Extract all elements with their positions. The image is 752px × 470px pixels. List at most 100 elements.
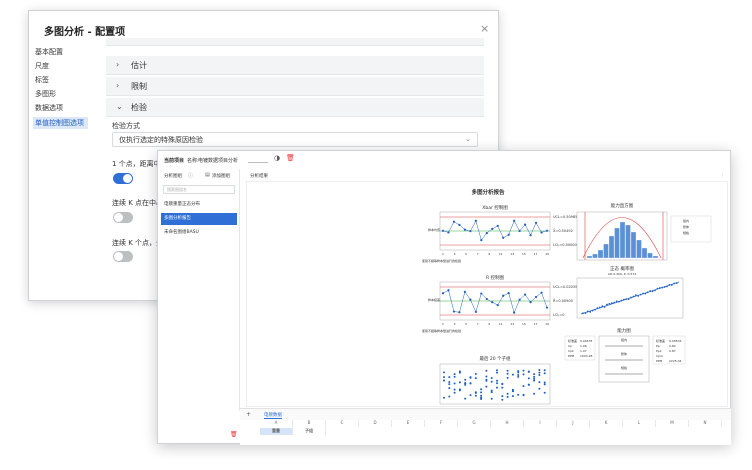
last20-point xyxy=(464,397,467,400)
prob-point xyxy=(594,308,596,311)
prob-point xyxy=(639,293,642,296)
sheet-grid[interactable]: A B C D E F G H I J K L M N 重量 子组 xyxy=(240,420,731,445)
section-limits[interactable]: › 限制 xyxy=(106,77,484,96)
tab-analysis-groups[interactable]: 分析图组 xyxy=(164,173,182,179)
section-estimate[interactable]: › 估计 xyxy=(106,56,484,75)
r-chart-title: R 控制图 xyxy=(486,274,505,281)
more-icon[interactable]: ⋮ xyxy=(720,173,725,179)
column-header[interactable]: M xyxy=(656,420,689,427)
section-label: 限制 xyxy=(131,82,147,91)
last20-point xyxy=(453,375,456,378)
prob-point xyxy=(656,287,659,290)
nav-item-data-options[interactable]: 数据选项 xyxy=(35,102,63,114)
last20-point xyxy=(480,394,483,397)
prob-title: 正态 概率图 xyxy=(610,265,634,272)
nav-item-basic[interactable]: 基本配置 xyxy=(35,46,63,58)
column-header[interactable]: G xyxy=(458,420,491,427)
stats-left-label: Cpk xyxy=(568,349,574,353)
stats-left-value: 1903.28 xyxy=(580,354,592,358)
delete-icon[interactable]: 🗑 xyxy=(286,154,295,162)
xbar-chart-tick: 13 xyxy=(510,252,514,256)
last20-point xyxy=(474,391,477,394)
last20-point xyxy=(448,387,451,390)
preview-icon[interactable]: ◑ xyxy=(274,154,280,162)
cap-hist-legend-item: 整体 xyxy=(683,224,689,229)
chevron-right-icon: › xyxy=(116,81,120,90)
check-method-select[interactable]: 仅执行选定的特殊原因检验 ⌄ xyxy=(112,132,478,147)
section-label: 检验 xyxy=(131,103,147,112)
project-label: 当前项目 xyxy=(164,158,185,164)
list-item-active[interactable]: 多图分析报告 xyxy=(161,213,237,225)
last20-point xyxy=(485,379,488,382)
prob-point xyxy=(586,310,589,313)
last20-point xyxy=(474,377,477,380)
last20-point xyxy=(538,369,541,372)
tab-add-group[interactable]: 添加图组 xyxy=(212,173,230,179)
prob-point xyxy=(618,300,620,303)
column-header[interactable]: K xyxy=(590,420,623,427)
last20-point xyxy=(543,391,546,394)
column-header[interactable]: L xyxy=(623,420,656,427)
last20-point xyxy=(517,374,520,377)
column-header[interactable]: J xyxy=(557,420,590,427)
last20-point xyxy=(490,380,493,383)
nav-item-labels[interactable]: 标签 xyxy=(35,74,49,86)
last20-point xyxy=(474,372,477,375)
last20-point xyxy=(496,379,498,382)
last20-point xyxy=(527,383,530,386)
nav-item-scale[interactable]: 尺度 xyxy=(35,60,49,72)
r-chart-ylabel: 样本极差 xyxy=(428,297,440,302)
search-input[interactable]: 搜索图组名 xyxy=(163,185,235,194)
canvas-tab[interactable]: 分析结果 xyxy=(250,173,268,179)
column-header[interactable]: E xyxy=(392,420,425,427)
r-chart-note: 使用不相等样本量进行的检验 xyxy=(422,328,461,333)
cell[interactable]: 重量 xyxy=(260,428,293,435)
prob-point xyxy=(630,296,632,299)
add-sheet-icon[interactable]: + xyxy=(246,411,251,418)
column-header[interactable]: N xyxy=(689,420,722,427)
last20-point xyxy=(506,369,509,372)
last20-point xyxy=(443,371,445,374)
stats-left-value: 1.07 xyxy=(580,349,587,353)
stats-left-label: Cp xyxy=(568,344,572,348)
last20-point xyxy=(522,385,525,388)
list-item[interactable]: 未命名图组BASU xyxy=(161,227,237,239)
last20-point xyxy=(496,386,498,389)
report-canvas: 多图分析报告 Xbar 控制图 UCL=0.50985 X̄=0.50492 LCL=0… xyxy=(246,181,728,420)
column-header[interactable]: C xyxy=(326,420,359,427)
last20-point xyxy=(501,398,504,401)
last20-point xyxy=(506,395,509,398)
last20-point xyxy=(506,392,509,395)
rule-2-toggle[interactable] xyxy=(113,212,133,223)
prob-point xyxy=(601,305,604,308)
nav-item-individual-chart-options[interactable]: 单值控制图选项 xyxy=(33,117,88,129)
last20-point xyxy=(501,386,504,389)
cap-hist-legend-item: 组内 xyxy=(683,218,689,223)
rule-1-toggle[interactable] xyxy=(113,173,133,184)
last20-point xyxy=(517,375,520,378)
last20-point xyxy=(453,391,456,394)
column-header[interactable]: B xyxy=(293,420,326,427)
report-charts: 多图分析报告 Xbar 控制图 UCL=0.50985 X̄=0.50492 LCL=0… xyxy=(422,188,712,420)
nav-item-multi-graph[interactable]: 多图形 xyxy=(35,88,56,100)
sheet-tab[interactable]: 电镀数据 xyxy=(264,412,282,419)
prob-point xyxy=(634,294,637,297)
column-header[interactable]: I xyxy=(524,420,557,427)
column-header[interactable]: F xyxy=(425,420,458,427)
column-header[interactable]: D xyxy=(359,420,392,427)
column-header[interactable]: A xyxy=(260,420,293,427)
cap-hist-legend-item: 规格 xyxy=(683,230,689,235)
chevron-down-icon: ⌄ xyxy=(465,135,471,143)
list-item[interactable]: 电镀重量正态分布 xyxy=(161,199,237,211)
name-value[interactable]: 电镀数据项目分析 xyxy=(198,157,238,164)
rule-3-toggle[interactable] xyxy=(113,251,133,262)
section-tests[interactable]: ⌄ 检验 xyxy=(106,98,484,117)
column-header[interactable]: H xyxy=(491,420,524,427)
close-icon[interactable]: × xyxy=(480,22,489,35)
trash-icon[interactable]: 🗑 xyxy=(230,431,238,438)
last20-point xyxy=(485,369,488,372)
sheet-area: + 电镀数据 A B C D E F G H I J K L M N 重量 子组 xyxy=(240,408,731,445)
prob-point xyxy=(649,290,652,292)
last20-point xyxy=(517,371,520,374)
cell[interactable]: 子组 xyxy=(293,428,326,435)
